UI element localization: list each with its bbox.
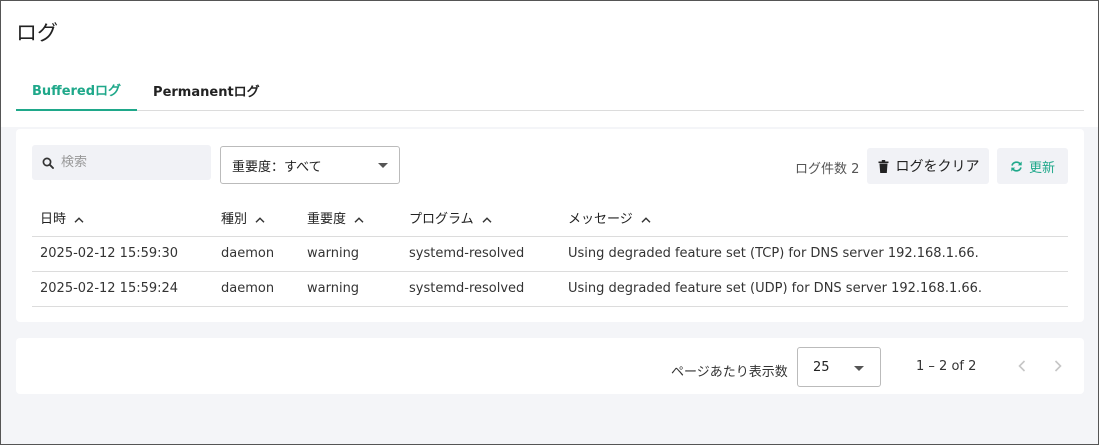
column-header-message-label: メッセージ — [568, 212, 633, 228]
sort-asc-icon — [74, 216, 84, 223]
cell-severity: warning — [299, 271, 401, 307]
previous-page-button[interactable] — [1011, 355, 1033, 377]
cell-datetime: 2025-02-12 15:59:30 — [32, 236, 213, 272]
cell-severity: warning — [299, 236, 401, 272]
pagination-range: 1 – 2 of 2 — [916, 359, 977, 374]
cell-type: daemon — [213, 236, 299, 272]
sort-asc-icon — [482, 216, 492, 223]
per-page-label: ページあたり表示数 — [671, 365, 788, 380]
cell-datetime: 2025-02-12 15:59:24 — [32, 271, 213, 307]
tab-buffered-log[interactable]: Bufferedログ — [16, 69, 138, 111]
page-title: ログ — [16, 21, 58, 45]
table-row: 2025-02-12 15:59:24 daemon warning syste… — [32, 271, 1068, 307]
column-header-datetime[interactable]: 日時 — [32, 200, 213, 237]
sort-asc-icon — [255, 216, 265, 223]
cell-message: Using degraded feature set (UDP) for DNS… — [560, 271, 1068, 307]
per-page-select[interactable]: 25 — [797, 347, 881, 387]
cell-message: Using degraded feature set (TCP) for DNS… — [560, 236, 1068, 272]
column-header-severity[interactable]: 重要度 — [299, 200, 401, 237]
cell-program: systemd-resolved — [401, 236, 560, 272]
refresh-label: 更新 — [1028, 160, 1055, 176]
sort-asc-icon — [354, 216, 364, 223]
column-header-program-label: プログラム — [409, 212, 474, 228]
column-header-datetime-label: 日時 — [40, 212, 67, 228]
dropdown-arrow-icon — [378, 163, 388, 168]
clear-log-button[interactable]: ログをクリア — [867, 148, 989, 184]
severity-select-value: 重要度：すべて — [232, 159, 322, 175]
search-box[interactable] — [32, 145, 211, 180]
column-header-type-label: 種別 — [221, 212, 248, 228]
log-count: ログ件数 2 — [795, 162, 860, 177]
severity-select[interactable]: 重要度：すべて — [220, 146, 400, 184]
sort-asc-icon — [641, 216, 651, 223]
log-table: 日時 種別 重要度 プログラム メッセージ 2025-02-12 15:59:3… — [32, 200, 1068, 307]
refresh-icon — [1011, 160, 1022, 172]
trash-icon — [878, 159, 888, 173]
next-page-button[interactable] — [1047, 355, 1069, 377]
tab-bar: Bufferedログ Permanentログ — [16, 69, 1084, 111]
column-header-type[interactable]: 種別 — [213, 200, 299, 237]
chevron-right-icon — [1054, 360, 1062, 372]
refresh-button[interactable]: 更新 — [997, 148, 1068, 184]
pagination-bar: ページあたり表示数 25 1 – 2 of 2 — [16, 338, 1084, 394]
dropdown-arrow-icon — [854, 366, 864, 371]
column-header-message[interactable]: メッセージ — [560, 200, 1068, 237]
table-header-row: 日時 種別 重要度 プログラム メッセージ — [32, 200, 1068, 237]
cell-program: systemd-resolved — [401, 271, 560, 307]
chevron-left-icon — [1018, 360, 1026, 372]
per-page-value: 25 — [813, 359, 830, 375]
search-icon — [42, 157, 54, 169]
clear-log-label: ログをクリア — [895, 159, 980, 175]
header-area: ログ Bufferedログ Permanentログ — [1, 1, 1098, 127]
column-header-severity-label: 重要度 — [307, 212, 347, 228]
table-row: 2025-02-12 15:59:30 daemon warning syste… — [32, 236, 1068, 272]
tab-permanent-log[interactable]: Permanentログ — [137, 69, 276, 111]
log-card: 重要度：すべて ログ件数 2 ログをクリア 更新 日時 — [16, 129, 1084, 322]
column-header-program[interactable]: プログラム — [401, 200, 560, 237]
search-input[interactable] — [61, 155, 211, 170]
cell-type: daemon — [213, 271, 299, 307]
